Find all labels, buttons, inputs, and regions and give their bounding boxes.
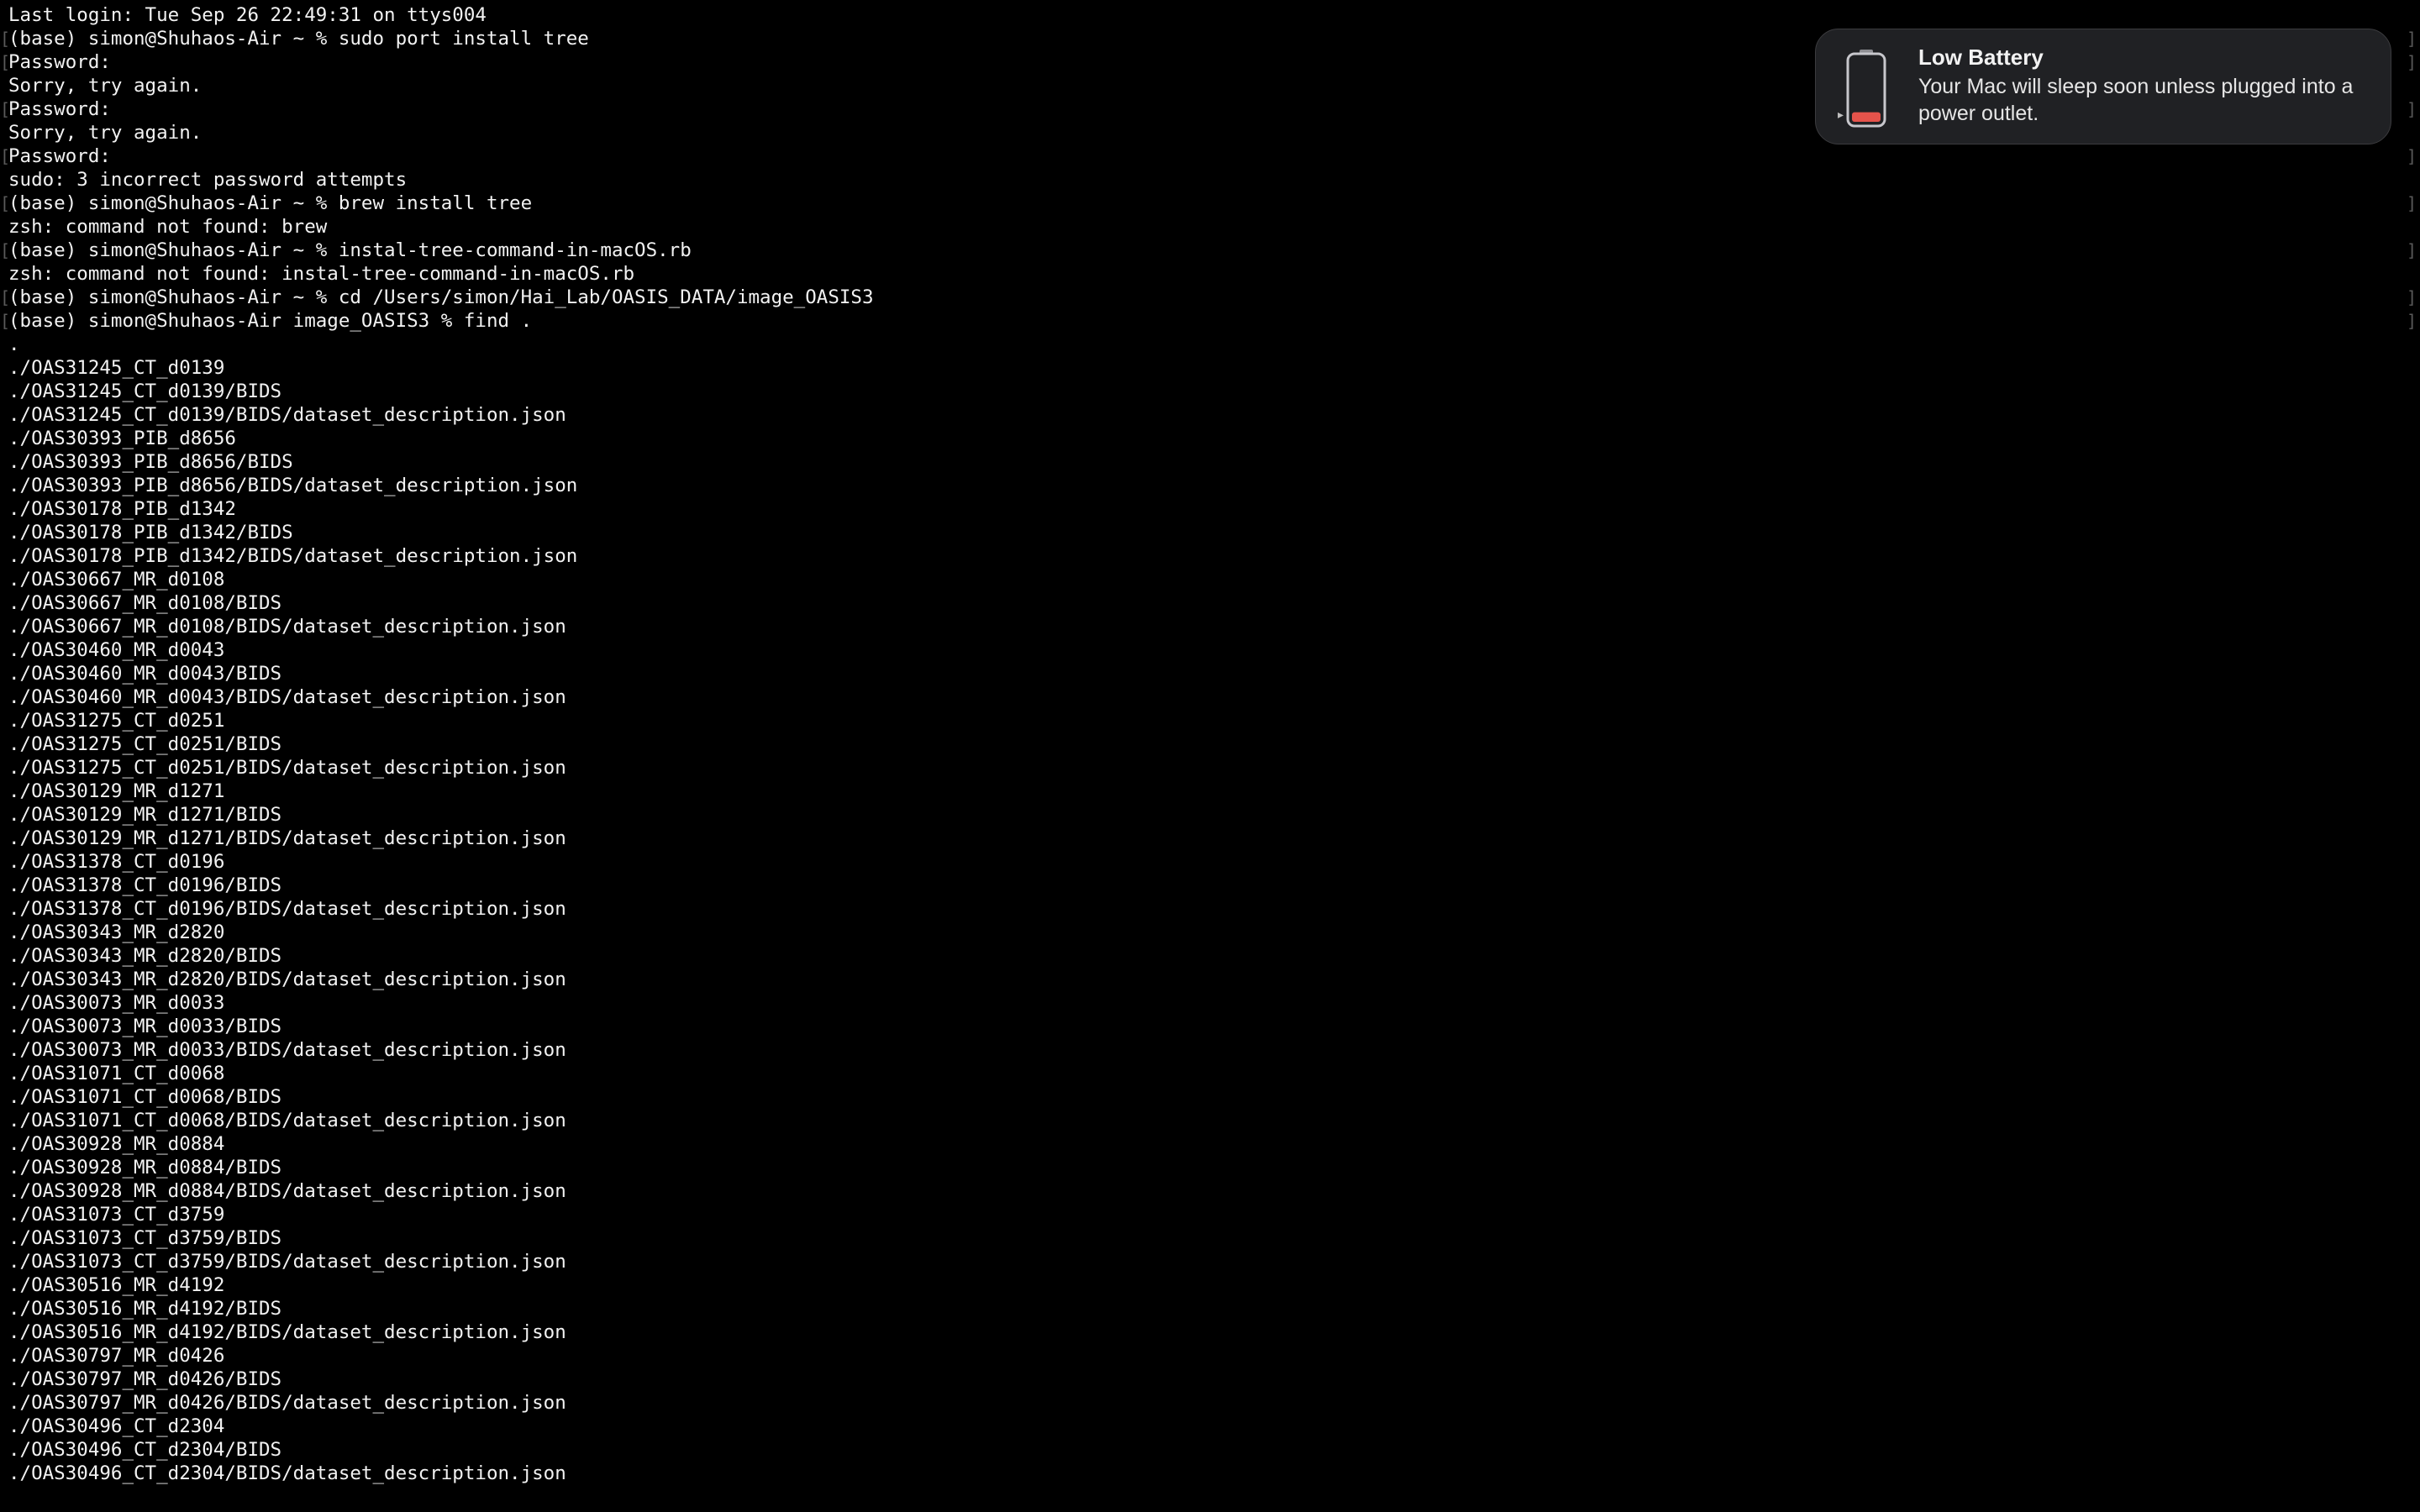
line-mark-right: ] <box>2407 311 2417 331</box>
terminal-line: ./OAS31073_CT_d3759/BIDS <box>8 1227 282 1249</box>
terminal-line: ./OAS30393_PIB_d8656/BIDS <box>8 451 293 473</box>
terminal-line: ./OAS30460_MR_d0043/BIDS/dataset_descrip… <box>8 686 566 708</box>
terminal-line: ./OAS30797_MR_d0426/BIDS <box>8 1368 282 1390</box>
terminal-line: ./OAS31073_CT_d3759/BIDS/dataset_descrip… <box>8 1251 566 1273</box>
line-mark-left: [ <box>0 193 11 213</box>
terminal-line: ./OAS31378_CT_d0196/BIDS <box>8 874 282 896</box>
terminal-line: ./OAS31245_CT_d0139/BIDS <box>8 381 282 402</box>
terminal-line: ./OAS30073_MR_d0033/BIDS/dataset_descrip… <box>8 1039 566 1061</box>
terminal-line: ./OAS31275_CT_d0251/BIDS/dataset_descrip… <box>8 757 566 779</box>
terminal-line: ./OAS31378_CT_d0196/BIDS/dataset_descrip… <box>8 898 566 920</box>
battery-low-icon <box>1846 50 1886 128</box>
terminal-line: ./OAS30928_MR_d0884/BIDS/dataset_descrip… <box>8 1180 566 1202</box>
terminal-line: ./OAS30516_MR_d4192 <box>8 1274 225 1296</box>
terminal-line: ./OAS30129_MR_d1271/BIDS <box>8 804 282 826</box>
terminal-line: Password: <box>8 98 111 120</box>
terminal-line: ./OAS30129_MR_d1271/BIDS/dataset_descrip… <box>8 827 566 849</box>
line-mark-right: ] <box>2407 193 2417 213</box>
terminal-line: ./OAS30928_MR_d0884 <box>8 1133 225 1155</box>
terminal-line: (base) simon@Shuhaos-Air ~ % instal-tree… <box>8 239 692 261</box>
terminal-line: (base) simon@Shuhaos-Air image_OASIS3 % … <box>8 310 533 332</box>
terminal-window[interactable]: Last login: Tue Sep 26 22:49:31 on ttys0… <box>0 0 2420 1512</box>
terminal-line: ./OAS31275_CT_d0251/BIDS <box>8 733 282 755</box>
terminal-line: ./OAS30129_MR_d1271 <box>8 780 225 802</box>
battery-level-fill <box>1852 112 1881 122</box>
line-mark-left: [ <box>0 287 11 307</box>
notification-title: Low Battery <box>1918 45 2044 70</box>
terminal-line: ./OAS30343_MR_d2820 <box>8 921 225 943</box>
line-mark-right: ] <box>2407 146 2417 166</box>
expand-arrow-icon[interactable]: ▸ <box>1838 108 1844 122</box>
terminal-line: ./OAS30073_MR_d0033 <box>8 992 225 1014</box>
line-mark-left: [ <box>0 240 11 260</box>
terminal-line: ./OAS30178_PIB_d1342/BIDS/dataset_descri… <box>8 545 578 567</box>
terminal-line: ./OAS31245_CT_d0139/BIDS/dataset_descrip… <box>8 404 566 426</box>
line-mark-right: ] <box>2407 287 2417 307</box>
terminal-line: (base) simon@Shuhaos-Air ~ % cd /Users/s… <box>8 286 874 308</box>
terminal-line: zsh: command not found: brew <box>8 216 328 238</box>
line-mark-right: ] <box>2407 29 2417 49</box>
line-mark-left: [ <box>0 52 11 72</box>
terminal-line: ./OAS30343_MR_d2820/BIDS <box>8 945 282 967</box>
line-mark-right: ] <box>2407 52 2417 72</box>
terminal-line: ./OAS30343_MR_d2820/BIDS/dataset_descrip… <box>8 969 566 990</box>
line-mark-right: ] <box>2407 240 2417 260</box>
terminal-line: Last login: Tue Sep 26 22:49:31 on ttys0… <box>8 4 487 26</box>
terminal-line: ./OAS30496_CT_d2304/BIDS/dataset_descrip… <box>8 1462 566 1484</box>
terminal-line: ./OAS30516_MR_d4192/BIDS <box>8 1298 282 1320</box>
terminal-line: ./OAS31378_CT_d0196 <box>8 851 225 873</box>
terminal-line: ./OAS31073_CT_d3759 <box>8 1204 225 1226</box>
terminal-line: sudo: 3 incorrect password attempts <box>8 169 408 191</box>
terminal-line: ./OAS31071_CT_d0068 <box>8 1063 225 1084</box>
line-mark-right: ] <box>2407 99 2417 119</box>
terminal-line: ./OAS30667_MR_d0108/BIDS <box>8 592 282 614</box>
line-mark-left: [ <box>0 29 11 49</box>
terminal-line: . <box>8 333 20 355</box>
terminal-line: (base) simon@Shuhaos-Air ~ % brew instal… <box>8 192 533 214</box>
terminal-line: ./OAS30393_PIB_d8656 <box>8 428 236 449</box>
terminal-line: ./OAS31071_CT_d0068/BIDS <box>8 1086 282 1108</box>
terminal-line: ./OAS30460_MR_d0043/BIDS <box>8 663 282 685</box>
terminal-line: (base) simon@Shuhaos-Air ~ % sudo port i… <box>8 28 589 50</box>
terminal-line: Sorry, try again. <box>8 75 203 97</box>
terminal-line: ./OAS30496_CT_d2304/BIDS <box>8 1439 282 1461</box>
line-mark-left: [ <box>0 146 11 166</box>
terminal-line: ./OAS30797_MR_d0426 <box>8 1345 225 1367</box>
terminal-line: ./OAS30460_MR_d0043 <box>8 639 225 661</box>
terminal-line: ./OAS30178_PIB_d1342 <box>8 498 236 520</box>
low-battery-notification[interactable]: ▸ Low Battery Your Mac will sleep soon u… <box>1815 29 2391 144</box>
terminal-line: ./OAS30667_MR_d0108/BIDS/dataset_descrip… <box>8 616 566 638</box>
notification-body: Your Mac will sleep soon unless plugged … <box>1918 75 2354 125</box>
line-mark-left: [ <box>0 99 11 119</box>
terminal-line: ./OAS30797_MR_d0426/BIDS/dataset_descrip… <box>8 1392 566 1414</box>
terminal-line: ./OAS30928_MR_d0884/BIDS <box>8 1157 282 1179</box>
terminal-line: Password: <box>8 51 111 73</box>
terminal-line: ./OAS31245_CT_d0139 <box>8 357 225 379</box>
terminal-line: ./OAS30073_MR_d0033/BIDS <box>8 1016 282 1037</box>
terminal-line: ./OAS30178_PIB_d1342/BIDS <box>8 522 293 543</box>
terminal-line: ./OAS30496_CT_d2304 <box>8 1415 225 1437</box>
terminal-line: ./OAS30393_PIB_d8656/BIDS/dataset_descri… <box>8 475 578 496</box>
terminal-line: ./OAS31071_CT_d0068/BIDS/dataset_descrip… <box>8 1110 566 1131</box>
terminal-line: ./OAS31275_CT_d0251 <box>8 710 225 732</box>
terminal-line: Password: <box>8 145 111 167</box>
terminal-line: Sorry, try again. <box>8 122 203 144</box>
terminal-line: ./OAS30516_MR_d4192/BIDS/dataset_descrip… <box>8 1321 566 1343</box>
terminal-line: ./OAS30667_MR_d0108 <box>8 569 225 591</box>
line-mark-left: [ <box>0 311 11 331</box>
terminal-line: zsh: command not found: instal-tree-comm… <box>8 263 635 285</box>
